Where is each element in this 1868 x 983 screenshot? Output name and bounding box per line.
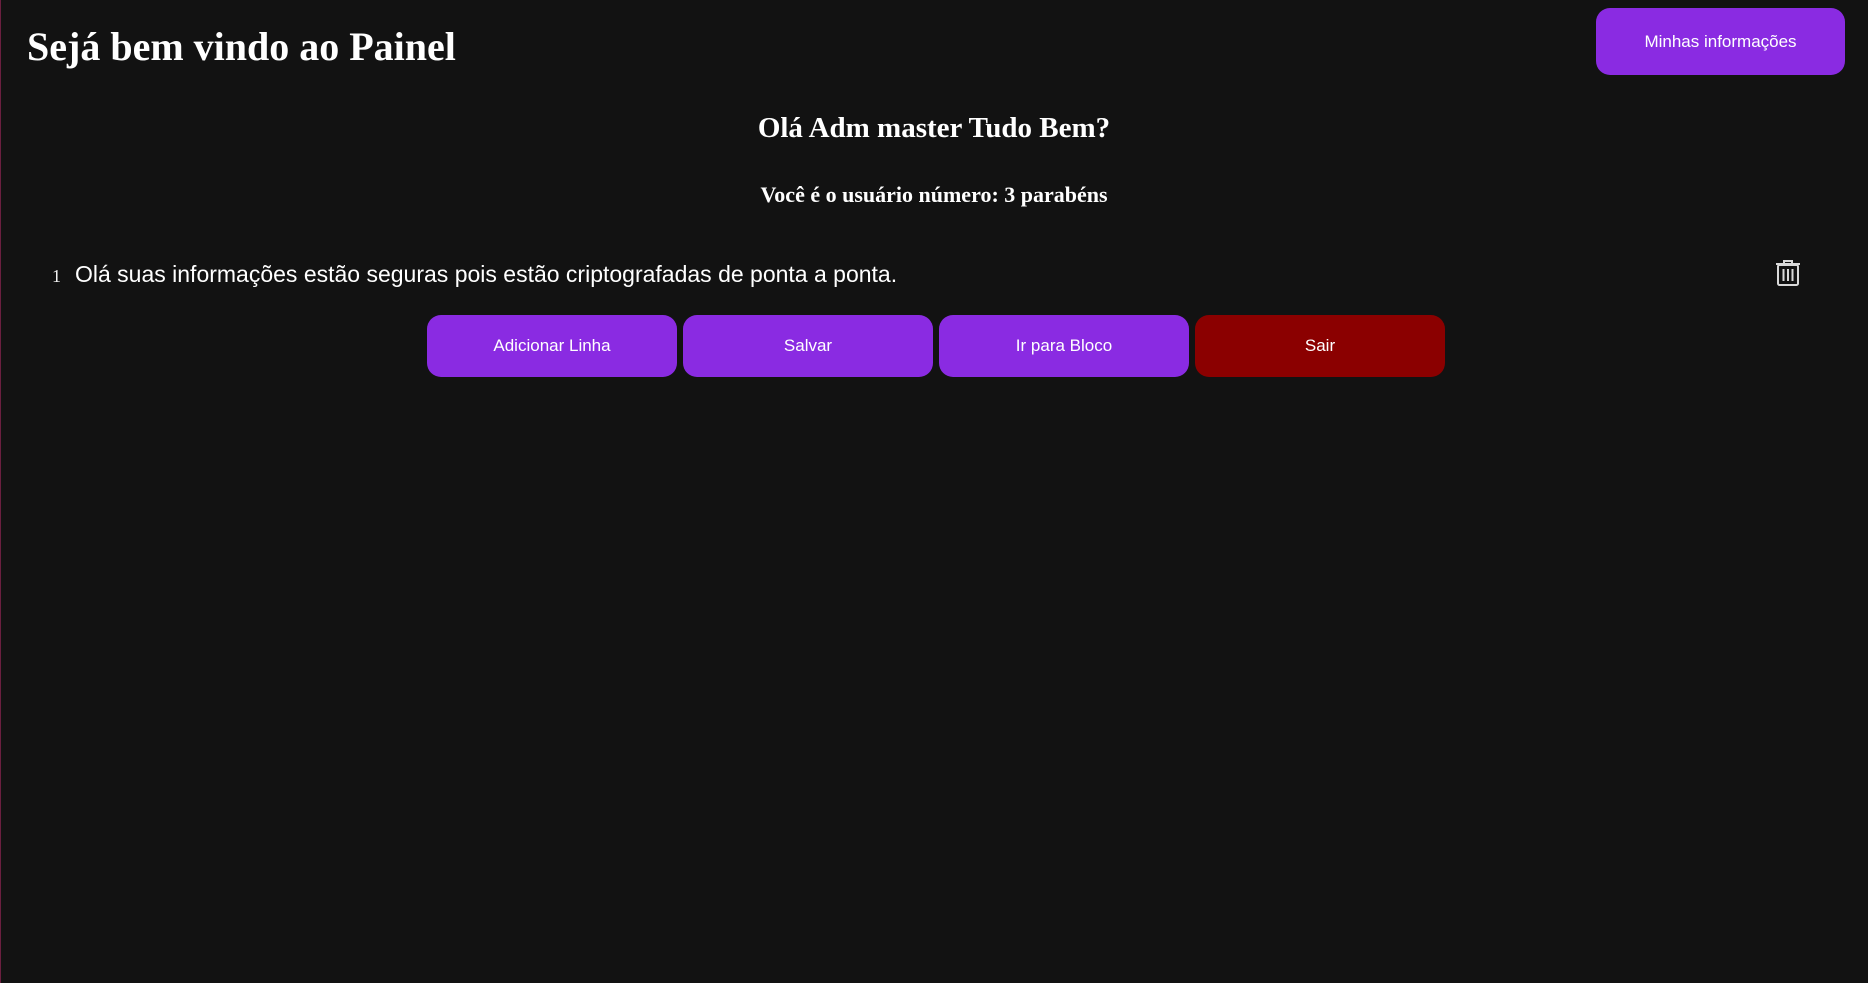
user-number-text: Você é o usuário número: 3 parabéns xyxy=(760,182,1108,207)
save-button[interactable]: Salvar xyxy=(683,315,933,377)
page-title: Sejá bem vindo ao Painel xyxy=(27,24,456,69)
my-information-button[interactable]: Minhas informações xyxy=(1596,8,1845,75)
line-number: 1 xyxy=(52,266,61,286)
exit-button[interactable]: Sair xyxy=(1195,315,1445,377)
greeting-heading: Olá Adm master Tudo Bem? xyxy=(757,112,1111,144)
note-line-row: 1 Olá suas informações estão seguras poi… xyxy=(52,256,1812,292)
add-line-button[interactable]: Adicionar Linha xyxy=(427,315,677,377)
trash-icon xyxy=(1774,259,1802,290)
note-line-text[interactable]: Olá suas informações estão seguras pois … xyxy=(75,259,897,289)
delete-line-button[interactable] xyxy=(1772,256,1804,290)
go-to-block-button[interactable]: Ir para Bloco xyxy=(939,315,1189,377)
action-bar: Adicionar Linha Salvar Ir para Bloco Sai… xyxy=(427,315,1447,377)
